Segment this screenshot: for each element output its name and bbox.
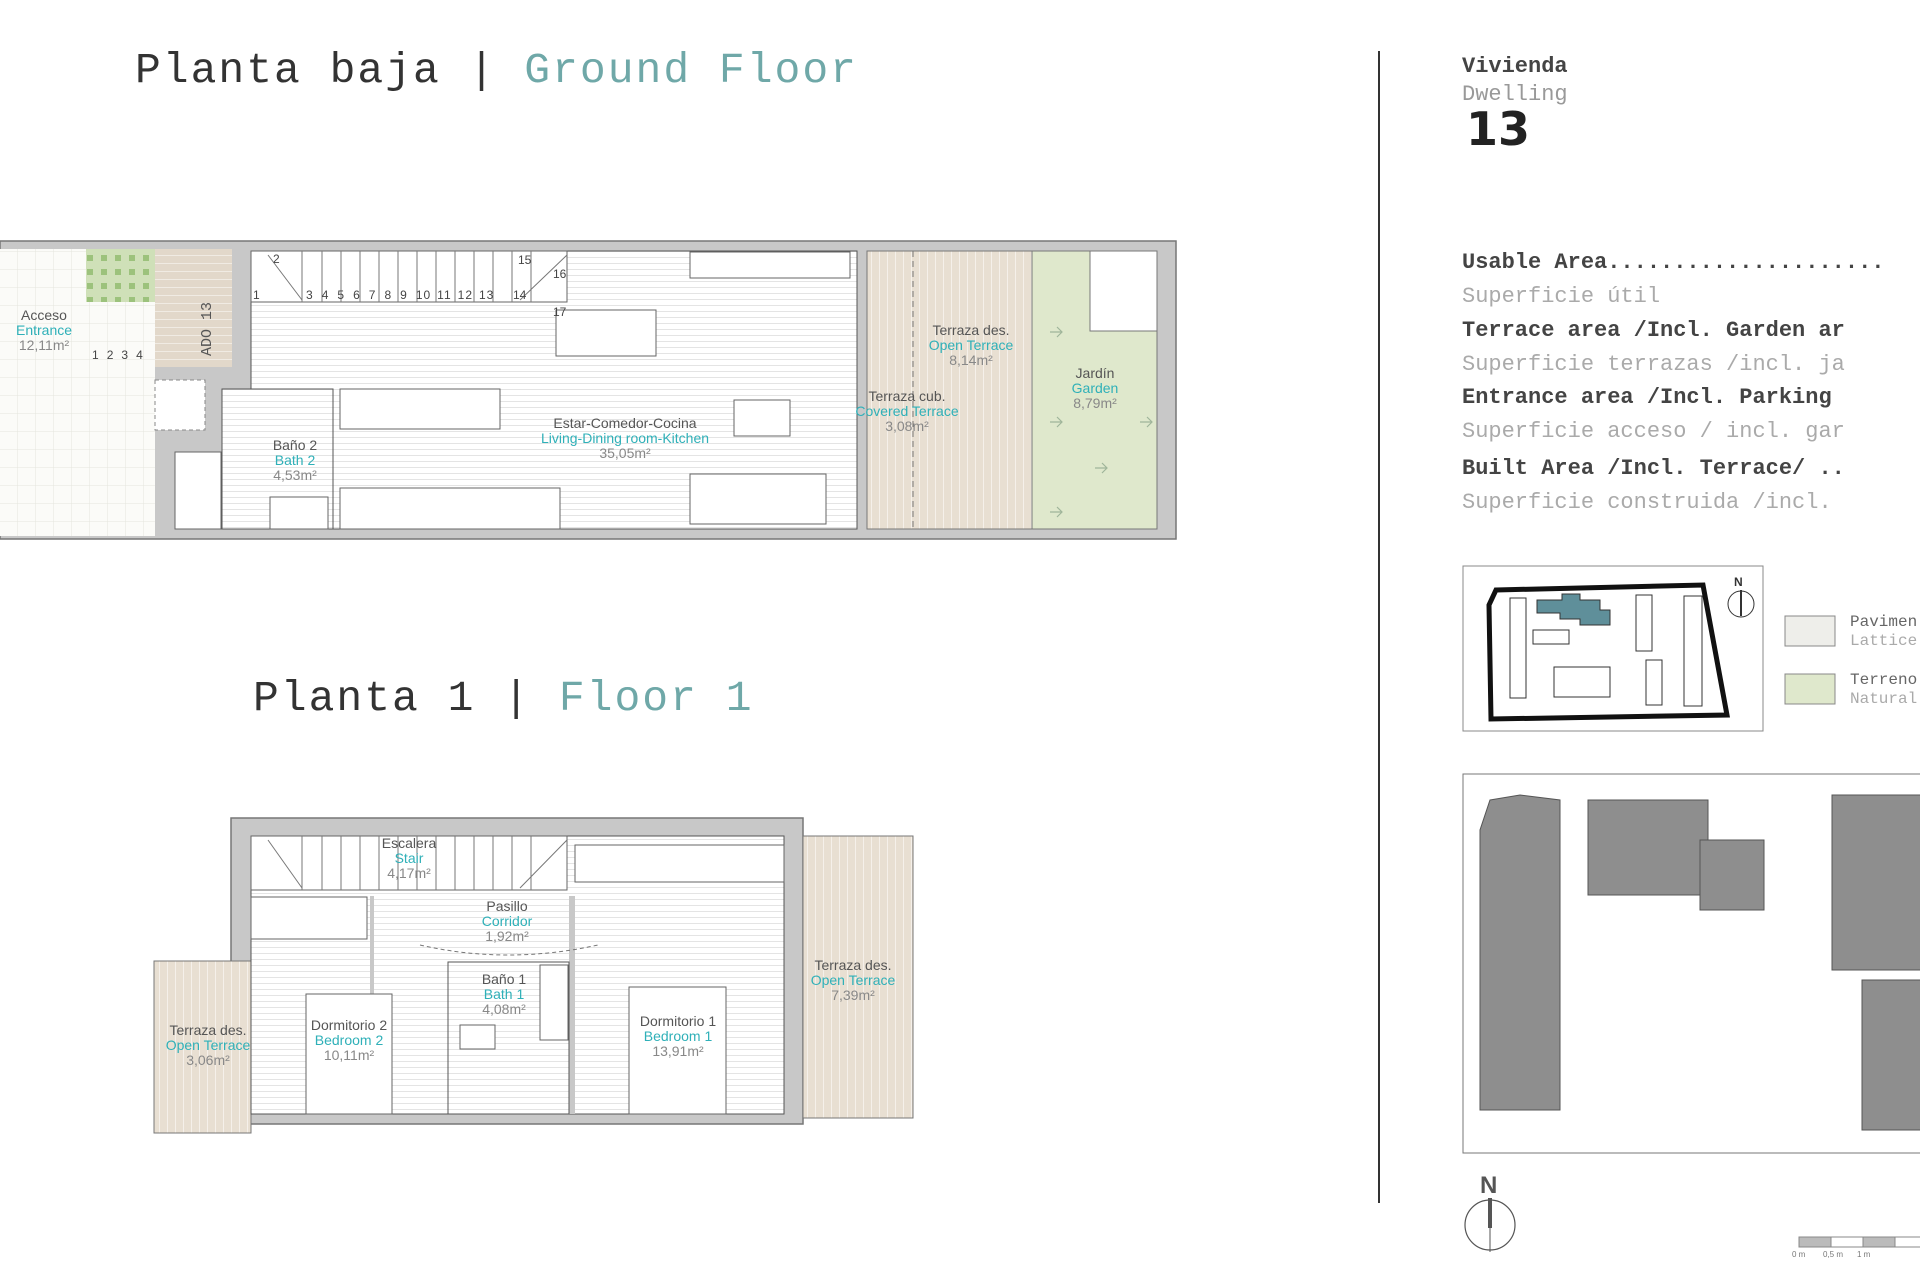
location-map (1462, 565, 1764, 732)
site-plan (1462, 773, 1920, 1154)
gf-bath-fixture (174, 451, 222, 530)
terrace-area-label: Terrace area /Incl. Garden ar (1462, 318, 1845, 343)
entrance-area-label: Entrance area /Incl. Parking (1462, 385, 1832, 410)
room-open-terrace-left: Terraza des. Open Terrace 3,06m² (165, 1022, 251, 1068)
stair-number: 15 (518, 253, 532, 267)
room-living-dining-kitchen: Estar-Comedor-Cocina Living-Dining room-K… (540, 415, 710, 461)
gf-meter-box (154, 379, 206, 431)
gf-kitchen-counter (339, 388, 501, 430)
stair-number: 17 (553, 305, 567, 319)
legend-swatch-lattice (1784, 615, 1836, 647)
room-open-terrace-gf: Terraza des. Open Terrace 8,14m² (928, 322, 1014, 368)
gf-planter (86, 249, 155, 302)
terrace-area-label-es: Superficie terrazas /incl. ja (1462, 352, 1845, 377)
f1-wall-b (569, 896, 575, 1114)
legend-natural: Terreno Natural (1850, 671, 1918, 708)
f1-wardrobe-2 (250, 896, 368, 940)
north-arrow-icon (1464, 1198, 1516, 1252)
room-corridor: Pasillo Corridor 1,92m² (481, 898, 533, 944)
stair-numbers-row: 345678910 11 12 13 (306, 288, 495, 302)
room-bath-1: Baño 1 Bath 1 4,08m² (481, 971, 527, 1017)
usable-area-label: Usable Area..................... (1462, 250, 1885, 275)
dwelling-number: 13 (1466, 102, 1531, 156)
room-stair: Escalera Stair 4,17m² (381, 835, 437, 881)
f1-wardrobe-1 (574, 844, 785, 883)
gf-sofa (689, 473, 827, 525)
gf-garden-gate (1089, 250, 1158, 332)
gf-dining-table (555, 309, 657, 357)
gf-island (733, 399, 791, 437)
room-bedroom-2: Dormitorio 2 Bedroom 2 10,11m² (310, 1017, 388, 1063)
built-area-label: Built Area /Incl. Terrace/ .. (1462, 456, 1845, 481)
scale-label-1: 0,5 m (1823, 1250, 1844, 1259)
room-bedroom-1: Dormitorio 1 Bedroom 1 13,91m² (639, 1013, 717, 1059)
entrance-steps: 1234 (92, 348, 151, 362)
room-garden: Jardín Garden 8,79m² (1071, 365, 1119, 411)
built-area-label-es: Superficie construida /incl. (1462, 490, 1832, 515)
legend-swatch-natural (1784, 673, 1836, 705)
room-covered-terrace: Terraza cub. Covered Terrace 3,08m² (855, 388, 959, 434)
f1-shower (539, 964, 569, 1041)
stair-number: 2 (273, 252, 280, 266)
legend-lattice: Pavimen Lattice (1850, 613, 1918, 650)
ado-13-tag: ADO 13 (199, 301, 216, 356)
gf-shower-tray (269, 496, 329, 530)
scale-bar (1798, 1236, 1920, 1248)
scale-label-2: 1 m (1857, 1250, 1871, 1259)
room-bath-2: Baño 2 Bath 2 4,53m² (272, 437, 318, 483)
gf-ado-deck (155, 249, 232, 367)
room-entrance: Acceso Entrance 12,11m² (15, 307, 73, 353)
gf-counter (339, 487, 561, 530)
stair-number: 16 (553, 267, 567, 281)
floor-1-plan (153, 817, 914, 1134)
gf-cabinet (689, 251, 851, 279)
north-label: N (1480, 1172, 1498, 1199)
dwelling-label-es: Vivienda (1462, 54, 1568, 79)
room-open-terrace-right: Terraza des. Open Terrace 7,39m² (810, 957, 896, 1003)
entrance-area-label-es: Superficie acceso / incl. gar (1462, 419, 1845, 444)
usable-area-label-es: Superficie útil (1462, 284, 1661, 309)
scale-label-0: 0 m (1792, 1250, 1806, 1259)
stair-number: 1 (253, 288, 260, 302)
stair-number: 14 (513, 288, 527, 302)
location-map-north-label: N (1734, 575, 1743, 589)
ground-floor-plan (0, 240, 1177, 540)
f1-washbasin (459, 1024, 496, 1050)
floor-plans-drawing (0, 51, 1920, 1252)
